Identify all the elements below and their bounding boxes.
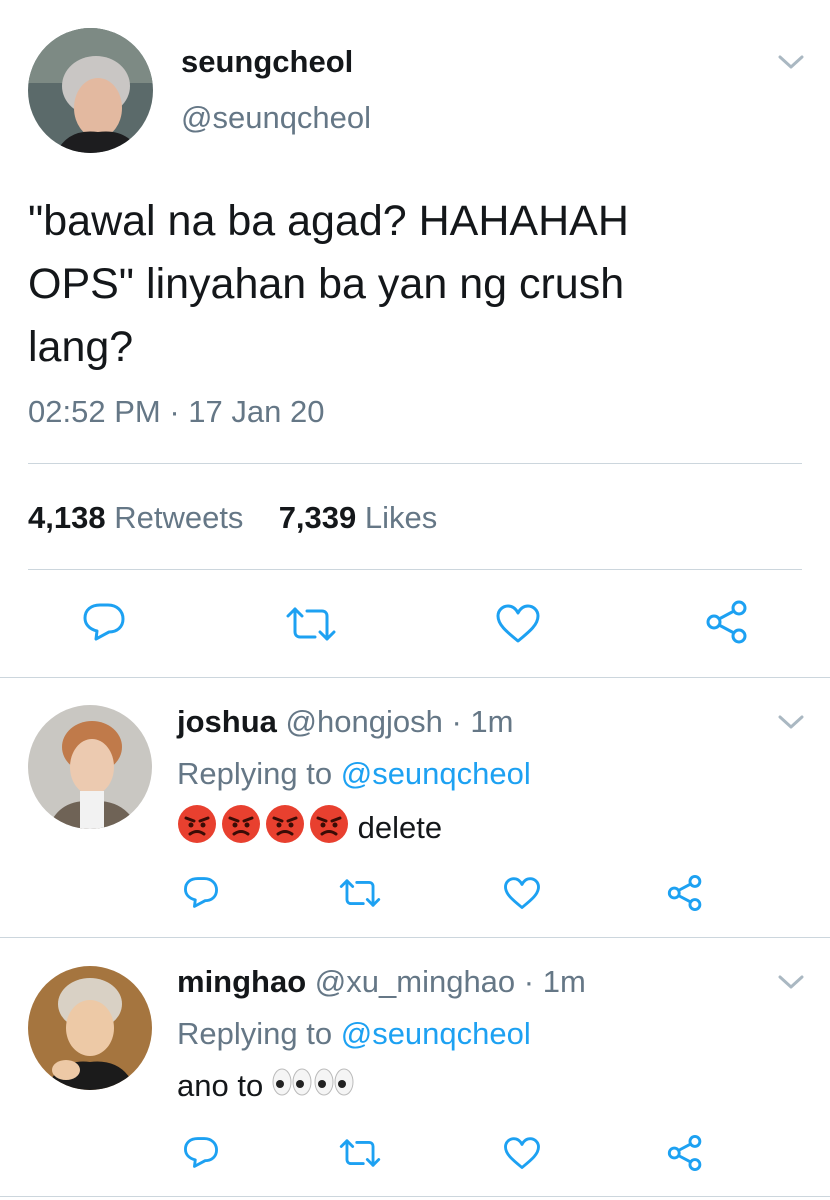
reply-2-replying-to: Replying to @seunqcheol	[177, 1016, 531, 1052]
reply-2-body: ano to	[177, 1067, 264, 1103]
share-button[interactable]	[666, 1134, 704, 1172]
reply-icon	[83, 603, 125, 641]
reply-2-display-name[interactable]: minghao	[177, 964, 306, 999]
like-button[interactable]	[503, 1137, 541, 1170]
divider-stats	[28, 569, 802, 570]
replying-to-link[interactable]: @seunqcheol	[341, 756, 531, 791]
tweet-time: 02:52 PM	[28, 394, 161, 429]
share-icon	[706, 600, 747, 644]
like-icon	[504, 877, 540, 909]
divider-main-end	[0, 677, 830, 678]
reply-1-age: 1m	[470, 704, 514, 739]
avatar-reply-1[interactable]	[28, 705, 152, 829]
reply-2-handle[interactable]: @xu_minghao	[315, 964, 515, 999]
retweet-icon	[339, 879, 381, 907]
tweet-text-line-3: lang?	[28, 323, 134, 371]
reply-1-text: delete	[177, 804, 442, 852]
retweet-button[interactable]	[284, 606, 338, 642]
divider-reply-1-end	[0, 937, 830, 938]
retweet-icon	[339, 1139, 381, 1167]
reply-1-display-name[interactable]: joshua	[177, 704, 277, 739]
avatar-main[interactable]	[28, 28, 153, 153]
reply-button[interactable]	[183, 876, 219, 909]
share-button[interactable]	[666, 874, 704, 912]
tweet-timestamp[interactable]: 02:52 PM · 17 Jan 20	[28, 394, 324, 430]
reply-1-header: joshua @hongjosh · 1m	[177, 704, 514, 740]
retweet-button[interactable]	[338, 1138, 382, 1168]
reply-button[interactable]	[183, 1136, 219, 1169]
chevron-down-icon[interactable]	[778, 714, 804, 730]
replying-to-link[interactable]: @seunqcheol	[341, 1016, 531, 1051]
retweet-stat[interactable]: 4,138 Retweets	[28, 500, 252, 535]
avatar-reply-2[interactable]	[28, 966, 152, 1090]
retweet-icon	[286, 607, 336, 641]
reply-1-separator: ·	[451, 704, 462, 739]
share-icon	[667, 875, 702, 911]
reply-2-header: minghao @xu_minghao · 1m	[177, 964, 586, 1000]
tweet-text-line-1: "bawal na ba agad? HAHAHAH	[28, 197, 629, 245]
replying-prefix: Replying to	[177, 1016, 333, 1051]
reply-2-separator: ·	[523, 964, 535, 999]
reply-1-replying-to: Replying to @seunqcheol	[177, 756, 531, 792]
replying-prefix: Replying to	[177, 756, 333, 791]
tweet-text: "bawal na ba agad? HAHAHAH OPS" linyahan…	[28, 190, 629, 379]
like-label: Likes	[364, 500, 438, 535]
engagement-stats: 4,138 Retweets 7,339 Likes	[28, 500, 437, 536]
eyes-icon	[272, 1067, 356, 1105]
retweet-label: Retweets	[114, 500, 244, 535]
reply-1-body: delete	[357, 810, 443, 845]
angry-face-icon	[177, 804, 349, 852]
like-icon	[504, 1137, 540, 1169]
main-handle[interactable]: @seunqcheol	[181, 100, 371, 136]
like-count: 7,339	[278, 500, 357, 535]
retweet-button[interactable]	[338, 878, 382, 908]
tweet-text-line-2: OPS" linyahan ba yan ng crush	[28, 260, 625, 308]
like-icon	[496, 604, 540, 643]
reply-2-text: ano to	[177, 1066, 356, 1105]
divider-reply-2-end	[0, 1196, 830, 1197]
reply-button[interactable]	[82, 602, 126, 642]
like-button[interactable]	[503, 877, 541, 910]
retweet-count: 4,138	[28, 500, 106, 535]
reply-1-handle[interactable]: @hongjosh	[286, 704, 443, 739]
like-stat[interactable]: 7,339 Likes	[279, 500, 438, 535]
chevron-down-icon[interactable]	[778, 974, 804, 990]
reply-icon	[184, 877, 218, 908]
share-button[interactable]	[704, 599, 750, 645]
like-button[interactable]	[495, 604, 541, 644]
tweet-date-separator: ·	[169, 394, 180, 429]
share-icon	[667, 1135, 702, 1171]
reply-2-age: 1m	[542, 964, 586, 999]
tweet-date: 17 Jan 20	[188, 394, 325, 429]
chevron-down-icon[interactable]	[778, 54, 804, 70]
main-display-name[interactable]: seungcheol	[181, 44, 353, 80]
divider-top	[28, 463, 802, 464]
reply-icon	[184, 1137, 218, 1168]
